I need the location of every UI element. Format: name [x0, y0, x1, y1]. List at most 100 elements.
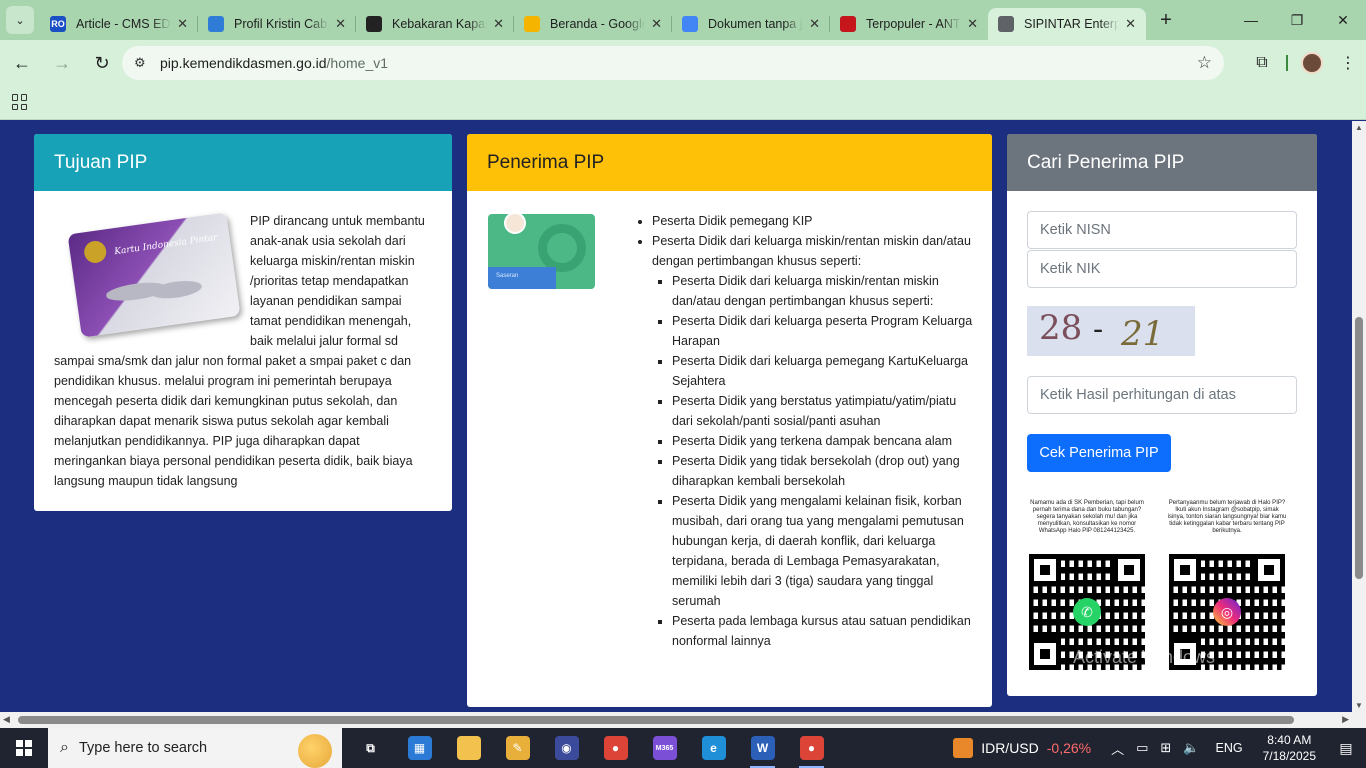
taskbar-app-chrome-profile[interactable]: ●: [787, 728, 836, 768]
ticker-label: IDR/USD: [981, 740, 1039, 756]
sub-list-item: Peserta Didik dari keluarga pemegang Kar…: [672, 351, 977, 391]
notification-center-icon[interactable]: ▤: [1326, 728, 1366, 768]
scroll-down-arrow-icon[interactable]: ▼: [1355, 701, 1363, 710]
back-button[interactable]: ←: [4, 45, 40, 81]
captcha-answer-input[interactable]: [1027, 376, 1297, 414]
tab-close-icon[interactable]: ✕: [177, 16, 188, 32]
captcha-operator: -: [1093, 312, 1104, 347]
vertical-scrollbar[interactable]: ▲ ▼: [1352, 121, 1366, 712]
browser-tab[interactable]: Dokumen tanpa judul ✕: [672, 8, 830, 40]
restore-button[interactable]: ❐: [1274, 0, 1320, 40]
tab-favicon-icon: [682, 16, 698, 32]
tujuan-pip-heading: Tujuan PIP: [34, 134, 452, 191]
bookmarks-bar: [0, 86, 1366, 120]
cek-penerima-button[interactable]: Cek Penerima PIP: [1027, 434, 1171, 472]
tab-title: Article - CMS EDU: [76, 17, 172, 31]
address-bar[interactable]: ⚙ pip.kemendikdasmen.go.id/home_v1 ☆: [122, 46, 1224, 80]
tab-favicon-icon: RO: [50, 16, 66, 32]
menu-kebab-icon[interactable]: ⋮: [1330, 45, 1366, 81]
penerima-list: Peserta Didik pemegang KIP Peserta Didik…: [632, 211, 977, 651]
nik-input[interactable]: [1027, 250, 1297, 288]
cari-penerima-heading: Cari Penerima PIP: [1007, 134, 1317, 191]
horizontal-scrollbar[interactable]: ◀ ▶: [0, 712, 1352, 728]
media-app-icon: ◉: [554, 736, 579, 760]
device-icon[interactable]: ▭: [1136, 740, 1148, 756]
edge-icon: e: [701, 736, 726, 760]
tab-title: Profil Kristin Cabral: [234, 17, 329, 31]
horizontal-scroll-thumb[interactable]: [18, 716, 1294, 724]
ticker-change: -0,26%: [1046, 740, 1092, 756]
show-hidden-icons-chevron-icon[interactable]: ︿: [1111, 739, 1124, 758]
sub-list-item: Peserta Didik yang terkena dampak bencan…: [672, 431, 977, 451]
search-icon: ⌕: [60, 739, 69, 756]
taskbar-search-box[interactable]: ⌕ Type here to search: [48, 728, 342, 768]
taskbar-app-media-app[interactable]: ◉: [542, 728, 591, 768]
captcha-number-b: 21: [1121, 314, 1165, 354]
captcha-number-a: 28: [1039, 308, 1083, 348]
close-window-button[interactable]: ✕: [1320, 0, 1366, 40]
browser-tab[interactable]: Beranda - Google Drive ✕: [514, 8, 672, 40]
windows-taskbar: ⌕ Type here to search ⧉ ▦ ✎ ◉ ● M365 e W ● IDR/U…: [0, 728, 1366, 768]
currency-ticker[interactable]: IDR/USD -0,26%: [953, 738, 1091, 758]
microsoft-store-icon: ▦: [407, 736, 432, 760]
browser-tab[interactable]: Profil Kristin Cabral ✕: [198, 8, 356, 40]
volume-icon[interactable]: 🔈: [1183, 740, 1199, 756]
bookmark-star-icon[interactable]: ☆: [1197, 53, 1212, 73]
tab-favicon-icon: [208, 16, 224, 32]
forward-button[interactable]: →: [44, 45, 80, 81]
network-icon[interactable]: ⊞: [1160, 740, 1171, 756]
taskbar-app-microsoft-365[interactable]: M365: [640, 728, 689, 768]
taskbar-app-edge[interactable]: e: [689, 728, 738, 768]
taskbar-clock[interactable]: 8:40 AM 7/18/2025: [1263, 732, 1316, 764]
tab-close-icon[interactable]: ✕: [493, 16, 504, 32]
language-indicator[interactable]: ENG: [1216, 741, 1243, 755]
whatsapp-qr-note: Namamu ada di SK Pemberian, tapi belum p…: [1030, 500, 1144, 534]
activate-windows-watermark: Activate Windows Go to Settings to activ…: [1073, 647, 1302, 689]
windows-logo-icon: [16, 740, 32, 756]
new-tab-button[interactable]: +: [1152, 6, 1180, 34]
tab-close-icon[interactable]: ✕: [651, 16, 662, 32]
taskbar-app-pen-app[interactable]: ✎: [493, 728, 542, 768]
task-view-icon: ⧉: [358, 736, 383, 760]
scroll-up-arrow-icon[interactable]: ▲: [1355, 123, 1363, 132]
magnifier-graphic: [538, 224, 586, 272]
scroll-left-arrow-icon[interactable]: ◀: [3, 714, 10, 725]
captcha-image: 28 - 21: [1027, 306, 1195, 356]
scroll-right-arrow-icon[interactable]: ▶: [1342, 714, 1349, 725]
word-icon: W: [750, 736, 775, 760]
nisn-input[interactable]: [1027, 211, 1297, 249]
profile-button[interactable]: [1294, 45, 1330, 81]
penerima-pip-heading: Penerima PIP: [467, 134, 992, 191]
kip-card-image: Kartu Indonesia Pintar: [54, 211, 241, 339]
browser-tab[interactable]: Kebakaran Kapal ✕: [356, 8, 514, 40]
reload-button[interactable]: ↻: [84, 45, 120, 81]
browser-tab[interactable]: SIPINTAR Enterprise ✕: [988, 8, 1146, 40]
taskbar-app-word[interactable]: W: [738, 728, 787, 768]
search-highlight-graphic: [298, 734, 332, 768]
apps-grid-icon[interactable]: [12, 94, 28, 110]
minimize-button[interactable]: —: [1228, 0, 1274, 40]
extensions-icon[interactable]: ⧉: [1244, 45, 1280, 81]
tab-close-icon[interactable]: ✕: [1125, 16, 1136, 32]
list-item: Peserta Didik dari keluarga miskin/renta…: [652, 231, 977, 651]
tab-title: Dokumen tanpa judul: [708, 17, 803, 31]
sub-list-item: Peserta pada lembaga kursus atau satuan …: [672, 611, 977, 651]
chrome-profile-icon: ●: [799, 736, 824, 760]
taskbar-app-file-explorer[interactable]: [444, 728, 493, 768]
taskbar-app-chrome[interactable]: ●: [591, 728, 640, 768]
sub-list-item: Peserta Didik yang berstatus yatimpiatu/…: [672, 391, 977, 431]
site-info-icon[interactable]: ⚙: [134, 55, 154, 71]
taskbar-app-task-view[interactable]: ⧉: [346, 728, 395, 768]
tab-title: Beranda - Google Drive: [550, 17, 646, 31]
browser-tab[interactable]: RO Article - CMS EDU ✕: [40, 8, 198, 40]
browser-tab[interactable]: Terpopuler - ANTARA ✕: [830, 8, 988, 40]
taskbar-app-microsoft-store[interactable]: ▦: [395, 728, 444, 768]
clock-date: 7/18/2025: [1262, 749, 1316, 763]
tab-search-button[interactable]: ⌄: [6, 6, 34, 34]
tab-close-icon[interactable]: ✕: [967, 16, 978, 32]
start-button[interactable]: [0, 728, 48, 768]
tab-close-icon[interactable]: ✕: [335, 16, 346, 32]
tab-close-icon[interactable]: ✕: [809, 16, 820, 32]
vertical-scroll-thumb[interactable]: [1355, 317, 1363, 579]
tab-favicon-icon: [524, 16, 540, 32]
